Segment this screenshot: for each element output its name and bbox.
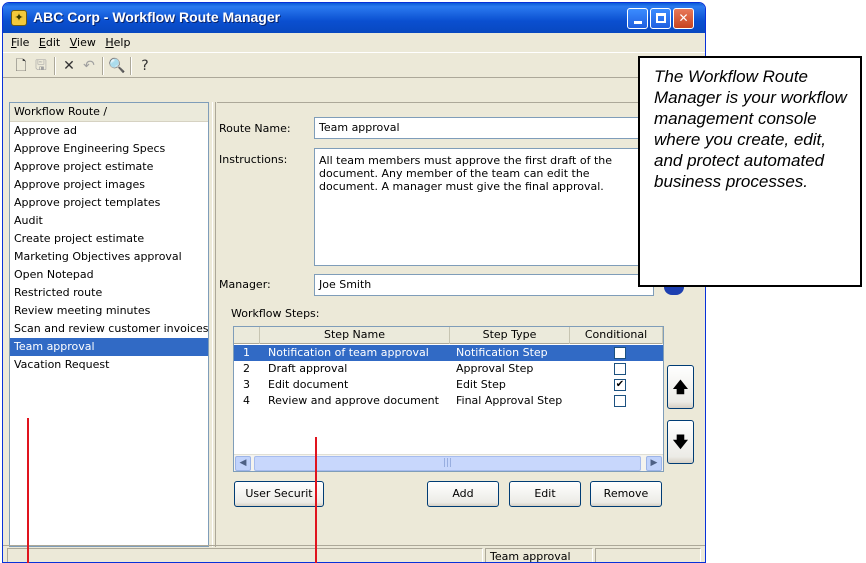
step-type-cell: Final Approval Step bbox=[456, 394, 563, 407]
step-name-cell: Draft approval bbox=[268, 362, 348, 375]
step-number-cell: 4 bbox=[243, 394, 250, 407]
find-icon[interactable]: 🔍 bbox=[107, 56, 127, 76]
step-type-cell: Edit Step bbox=[456, 378, 506, 391]
scroll-right-icon[interactable]: ▶ bbox=[646, 456, 662, 471]
column-header-number[interactable] bbox=[234, 327, 260, 344]
manager-input[interactable]: Joe Smith bbox=[314, 274, 654, 296]
table-header: Step Name Step Type Conditional bbox=[234, 327, 663, 344]
annotation-line-left bbox=[27, 418, 29, 563]
save-icon[interactable]: 🖫 bbox=[31, 56, 51, 76]
conditional-checkbox[interactable] bbox=[614, 363, 626, 375]
user-security-button[interactable]: User Securit bbox=[234, 481, 324, 507]
remove-step-button[interactable]: Remove bbox=[590, 481, 662, 507]
menu-bar: File Edit View Help bbox=[3, 33, 705, 52]
route-list-item[interactable]: Team approval bbox=[10, 338, 208, 356]
step-number-cell: 3 bbox=[243, 378, 250, 391]
route-name-label: Route Name: bbox=[219, 122, 291, 135]
menu-edit[interactable]: Edit bbox=[39, 33, 60, 52]
move-step-up-button[interactable]: 🡅 bbox=[667, 365, 694, 409]
step-number-cell: 2 bbox=[243, 362, 250, 375]
route-name-input[interactable]: Team approval bbox=[314, 117, 654, 139]
step-number-cell: 1 bbox=[243, 346, 250, 359]
conditional-checkbox[interactable] bbox=[614, 395, 626, 407]
toolbar-separator bbox=[102, 57, 104, 75]
splitter[interactable] bbox=[212, 102, 216, 547]
route-list-item[interactable]: Approve project templates bbox=[10, 194, 208, 212]
status-pane-extra bbox=[595, 548, 701, 562]
status-pane-route: Team approval bbox=[485, 548, 593, 562]
route-list-header[interactable]: Workflow Route / bbox=[10, 103, 208, 122]
route-items: Approve ad Approve Engineering Specs Appro… bbox=[10, 122, 208, 374]
conditional-checkbox[interactable]: ✔ bbox=[614, 379, 626, 391]
help-icon[interactable]: ? bbox=[135, 56, 155, 76]
maximize-button[interactable] bbox=[650, 8, 671, 29]
route-list-item[interactable]: Scan and review customer invoices bbox=[10, 320, 208, 338]
menu-file[interactable]: File bbox=[11, 33, 29, 52]
close-button[interactable]: ✕ bbox=[673, 8, 694, 29]
route-list-item[interactable]: Audit bbox=[10, 212, 208, 230]
horizontal-scrollbar[interactable]: ◀ ||| ▶ bbox=[234, 454, 663, 471]
route-list-item[interactable]: Restricted route bbox=[10, 284, 208, 302]
instructions-textarea[interactable]: All team members must approve the first … bbox=[314, 148, 654, 266]
table-row[interactable]: 3 Edit document Edit Step ✔ bbox=[234, 377, 663, 393]
window-title: ABC Corp - Workflow Route Manager bbox=[33, 9, 281, 25]
workflow-steps-label: Workflow Steps: bbox=[231, 307, 320, 320]
workflow-steps-table[interactable]: Step Name Step Type Conditional 1 Notific… bbox=[233, 326, 664, 472]
new-document-icon[interactable]: 🗋 bbox=[11, 56, 31, 76]
scrollbar-thumb[interactable]: ||| bbox=[254, 456, 641, 471]
move-step-down-button[interactable]: 🡇 bbox=[667, 420, 694, 464]
route-list-item[interactable]: Open Notepad bbox=[10, 266, 208, 284]
route-list-item[interactable]: Approve Engineering Specs bbox=[10, 140, 208, 158]
column-header-conditional[interactable]: Conditional bbox=[570, 327, 663, 344]
table-row[interactable]: 2 Draft approval Approval Step bbox=[234, 361, 663, 377]
route-list-item[interactable]: Marketing Objectives approval bbox=[10, 248, 208, 266]
edit-step-button[interactable]: Edit bbox=[509, 481, 581, 507]
step-type-cell: Notification Step bbox=[456, 346, 548, 359]
add-step-button[interactable]: Add bbox=[427, 481, 499, 507]
minimize-button[interactable] bbox=[627, 8, 648, 29]
step-name-cell: Notification of team approval bbox=[268, 346, 429, 359]
route-list-item[interactable]: Create project estimate bbox=[10, 230, 208, 248]
route-list-item[interactable]: Approve project estimate bbox=[10, 158, 208, 176]
route-list-item[interactable]: Vacation Request bbox=[10, 356, 208, 374]
instructions-label: Instructions: bbox=[219, 153, 288, 166]
scroll-left-icon[interactable]: ◀ bbox=[235, 456, 251, 471]
route-list-item[interactable]: Approve ad bbox=[10, 122, 208, 140]
toolbar-separator bbox=[54, 57, 56, 75]
column-header-step-type[interactable]: Step Type bbox=[450, 327, 570, 344]
conditional-checkbox[interactable] bbox=[614, 347, 626, 359]
column-header-step-name[interactable]: Step Name bbox=[260, 327, 450, 344]
toolbar: 🗋 🖫 ✕ ↶ 🔍 ? bbox=[3, 52, 705, 78]
app-window: ✦ ABC Corp - Workflow Route Manager ✕ Fi… bbox=[2, 2, 706, 563]
status-pane-main bbox=[7, 548, 483, 562]
route-list-item[interactable]: Review meeting minutes bbox=[10, 302, 208, 320]
step-type-cell: Approval Step bbox=[456, 362, 534, 375]
annotation-callout: The Workflow Route Manager is your workf… bbox=[638, 56, 862, 287]
table-row[interactable]: 4 Review and approve document Final Approv… bbox=[234, 393, 663, 409]
annotation-line-center bbox=[315, 437, 317, 563]
delete-icon[interactable]: ✕ bbox=[59, 56, 79, 76]
step-name-cell: Edit document bbox=[268, 378, 349, 391]
toolbar-separator bbox=[130, 57, 132, 75]
menu-view[interactable]: View bbox=[70, 33, 96, 52]
manager-label: Manager: bbox=[219, 278, 271, 291]
undo-icon[interactable]: ↶ bbox=[79, 56, 99, 76]
table-row[interactable]: 1 Notification of team approval Notificati… bbox=[234, 345, 663, 361]
step-name-cell: Review and approve document bbox=[268, 394, 439, 407]
route-list-item[interactable]: Approve project images bbox=[10, 176, 208, 194]
title-bar[interactable]: ✦ ABC Corp - Workflow Route Manager ✕ bbox=[3, 3, 705, 33]
status-bar: Team approval bbox=[3, 545, 705, 562]
wand-icon: ✦ bbox=[11, 10, 27, 26]
route-list[interactable]: Workflow Route / Approve ad Approve Engin… bbox=[9, 102, 209, 547]
menu-help[interactable]: Help bbox=[105, 33, 130, 52]
